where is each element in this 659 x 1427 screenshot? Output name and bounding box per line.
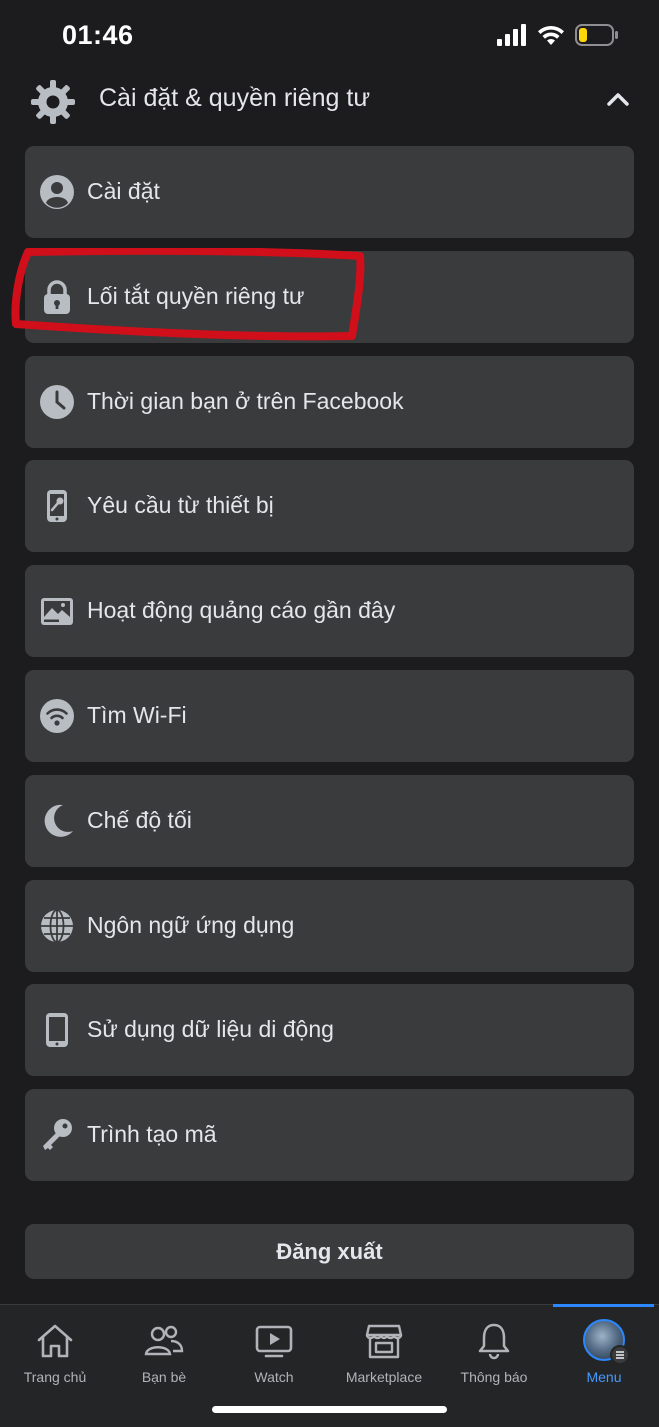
logout-label: Đăng xuất <box>276 1238 383 1264</box>
ad-image-icon <box>39 593 75 629</box>
menu-item-label: Ngôn ngữ ứng dụng <box>87 911 295 938</box>
tab-label: Thông báo <box>460 1369 528 1385</box>
menu-item-label: Trình tạo mã <box>87 1121 217 1148</box>
tab-friends[interactable]: Bạn bè <box>109 1305 219 1395</box>
home-indicator <box>212 1406 447 1413</box>
menu-item-time-on-facebook[interactable]: Thời gian bạn ở trên Facebook <box>25 355 634 448</box>
menu-item-label: Thời gian bạn ở trên Facebook <box>87 387 404 414</box>
tab-menu[interactable]: Menu <box>549 1305 659 1395</box>
cellular-signal-icon <box>497 24 527 51</box>
settings-menu-list: Cài đặt Lối tắt quyền riêng tư Thời gian… <box>25 146 634 1194</box>
tab-marketplace[interactable]: Marketplace <box>329 1305 439 1395</box>
tab-watch[interactable]: Watch <box>219 1305 329 1395</box>
globe-icon <box>39 908 75 944</box>
bell-icon <box>474 1321 514 1361</box>
logout-button[interactable]: Đăng xuất <box>25 1224 634 1279</box>
tab-label: Bạn bè <box>141 1369 187 1385</box>
friends-icon <box>144 1321 184 1361</box>
menu-item-app-language[interactable]: Ngôn ngữ ứng dụng <box>25 879 634 972</box>
tab-label: Trang chủ <box>23 1369 87 1385</box>
tab-label: Watch <box>254 1369 294 1385</box>
user-circle-icon <box>39 174 75 210</box>
moon-icon <box>39 803 75 839</box>
wifi-icon <box>537 24 565 51</box>
menu-item-recent-ad-activity[interactable]: Hoạt động quảng cáo gần đây <box>25 565 634 658</box>
home-icon <box>35 1321 75 1361</box>
menu-item-privacy-shortcuts[interactable]: Lối tắt quyền riêng tư <box>25 250 634 343</box>
status-time: 01:46 <box>62 20 134 50</box>
active-tab-indicator <box>553 1304 654 1307</box>
menu-item-find-wifi[interactable]: Tìm Wi-Fi <box>25 669 634 762</box>
menu-item-label: Chế độ tối <box>87 806 192 833</box>
tab-label: Menu <box>586 1369 622 1385</box>
menu-item-settings[interactable]: Cài đặt <box>25 146 634 238</box>
status-icons <box>497 24 619 51</box>
marketplace-store-icon <box>364 1321 404 1361</box>
menu-item-label: Hoạt động quảng cáo gần đây <box>87 597 396 624</box>
menu-item-label: Cài đặt <box>87 178 160 204</box>
settings-privacy-header[interactable]: Cài đặt & quyền riêng tư <box>0 76 659 126</box>
status-bar: 01:46 <box>0 0 659 76</box>
menu-item-code-generator[interactable]: Trình tạo mã <box>25 1089 634 1182</box>
menu-item-label: Yêu cầu từ thiết bị <box>87 492 274 519</box>
clock-icon <box>39 384 75 420</box>
tab-notifications[interactable]: Thông báo <box>439 1305 549 1395</box>
menu-item-label: Tìm Wi-Fi <box>87 701 187 728</box>
menu-badge-icon <box>610 1345 630 1365</box>
phone-key-icon <box>39 488 75 524</box>
tab-home[interactable]: Trang chủ <box>0 1305 110 1395</box>
menu-item-device-requests[interactable]: Yêu cầu từ thiết bị <box>25 460 634 553</box>
watch-video-icon <box>254 1321 294 1361</box>
lock-icon <box>39 279 75 315</box>
mobile-phone-icon <box>39 1012 75 1048</box>
section-title: Cài đặt & quyền riêng tư <box>99 84 371 112</box>
key-icon <box>39 1117 75 1153</box>
battery-low-icon <box>575 24 619 51</box>
chevron-up-icon[interactable] <box>606 91 630 112</box>
menu-item-label: Sử dụng dữ liệu di động <box>87 1016 334 1043</box>
menu-item-mobile-data[interactable]: Sử dụng dữ liệu di động <box>25 984 634 1077</box>
wifi-icon <box>39 698 75 734</box>
gear-icon <box>30 79 76 130</box>
menu-item-dark-mode[interactable]: Chế độ tối <box>25 774 634 867</box>
menu-item-label: Lối tắt quyền riêng tư <box>87 282 305 309</box>
tab-label: Marketplace <box>345 1369 423 1385</box>
